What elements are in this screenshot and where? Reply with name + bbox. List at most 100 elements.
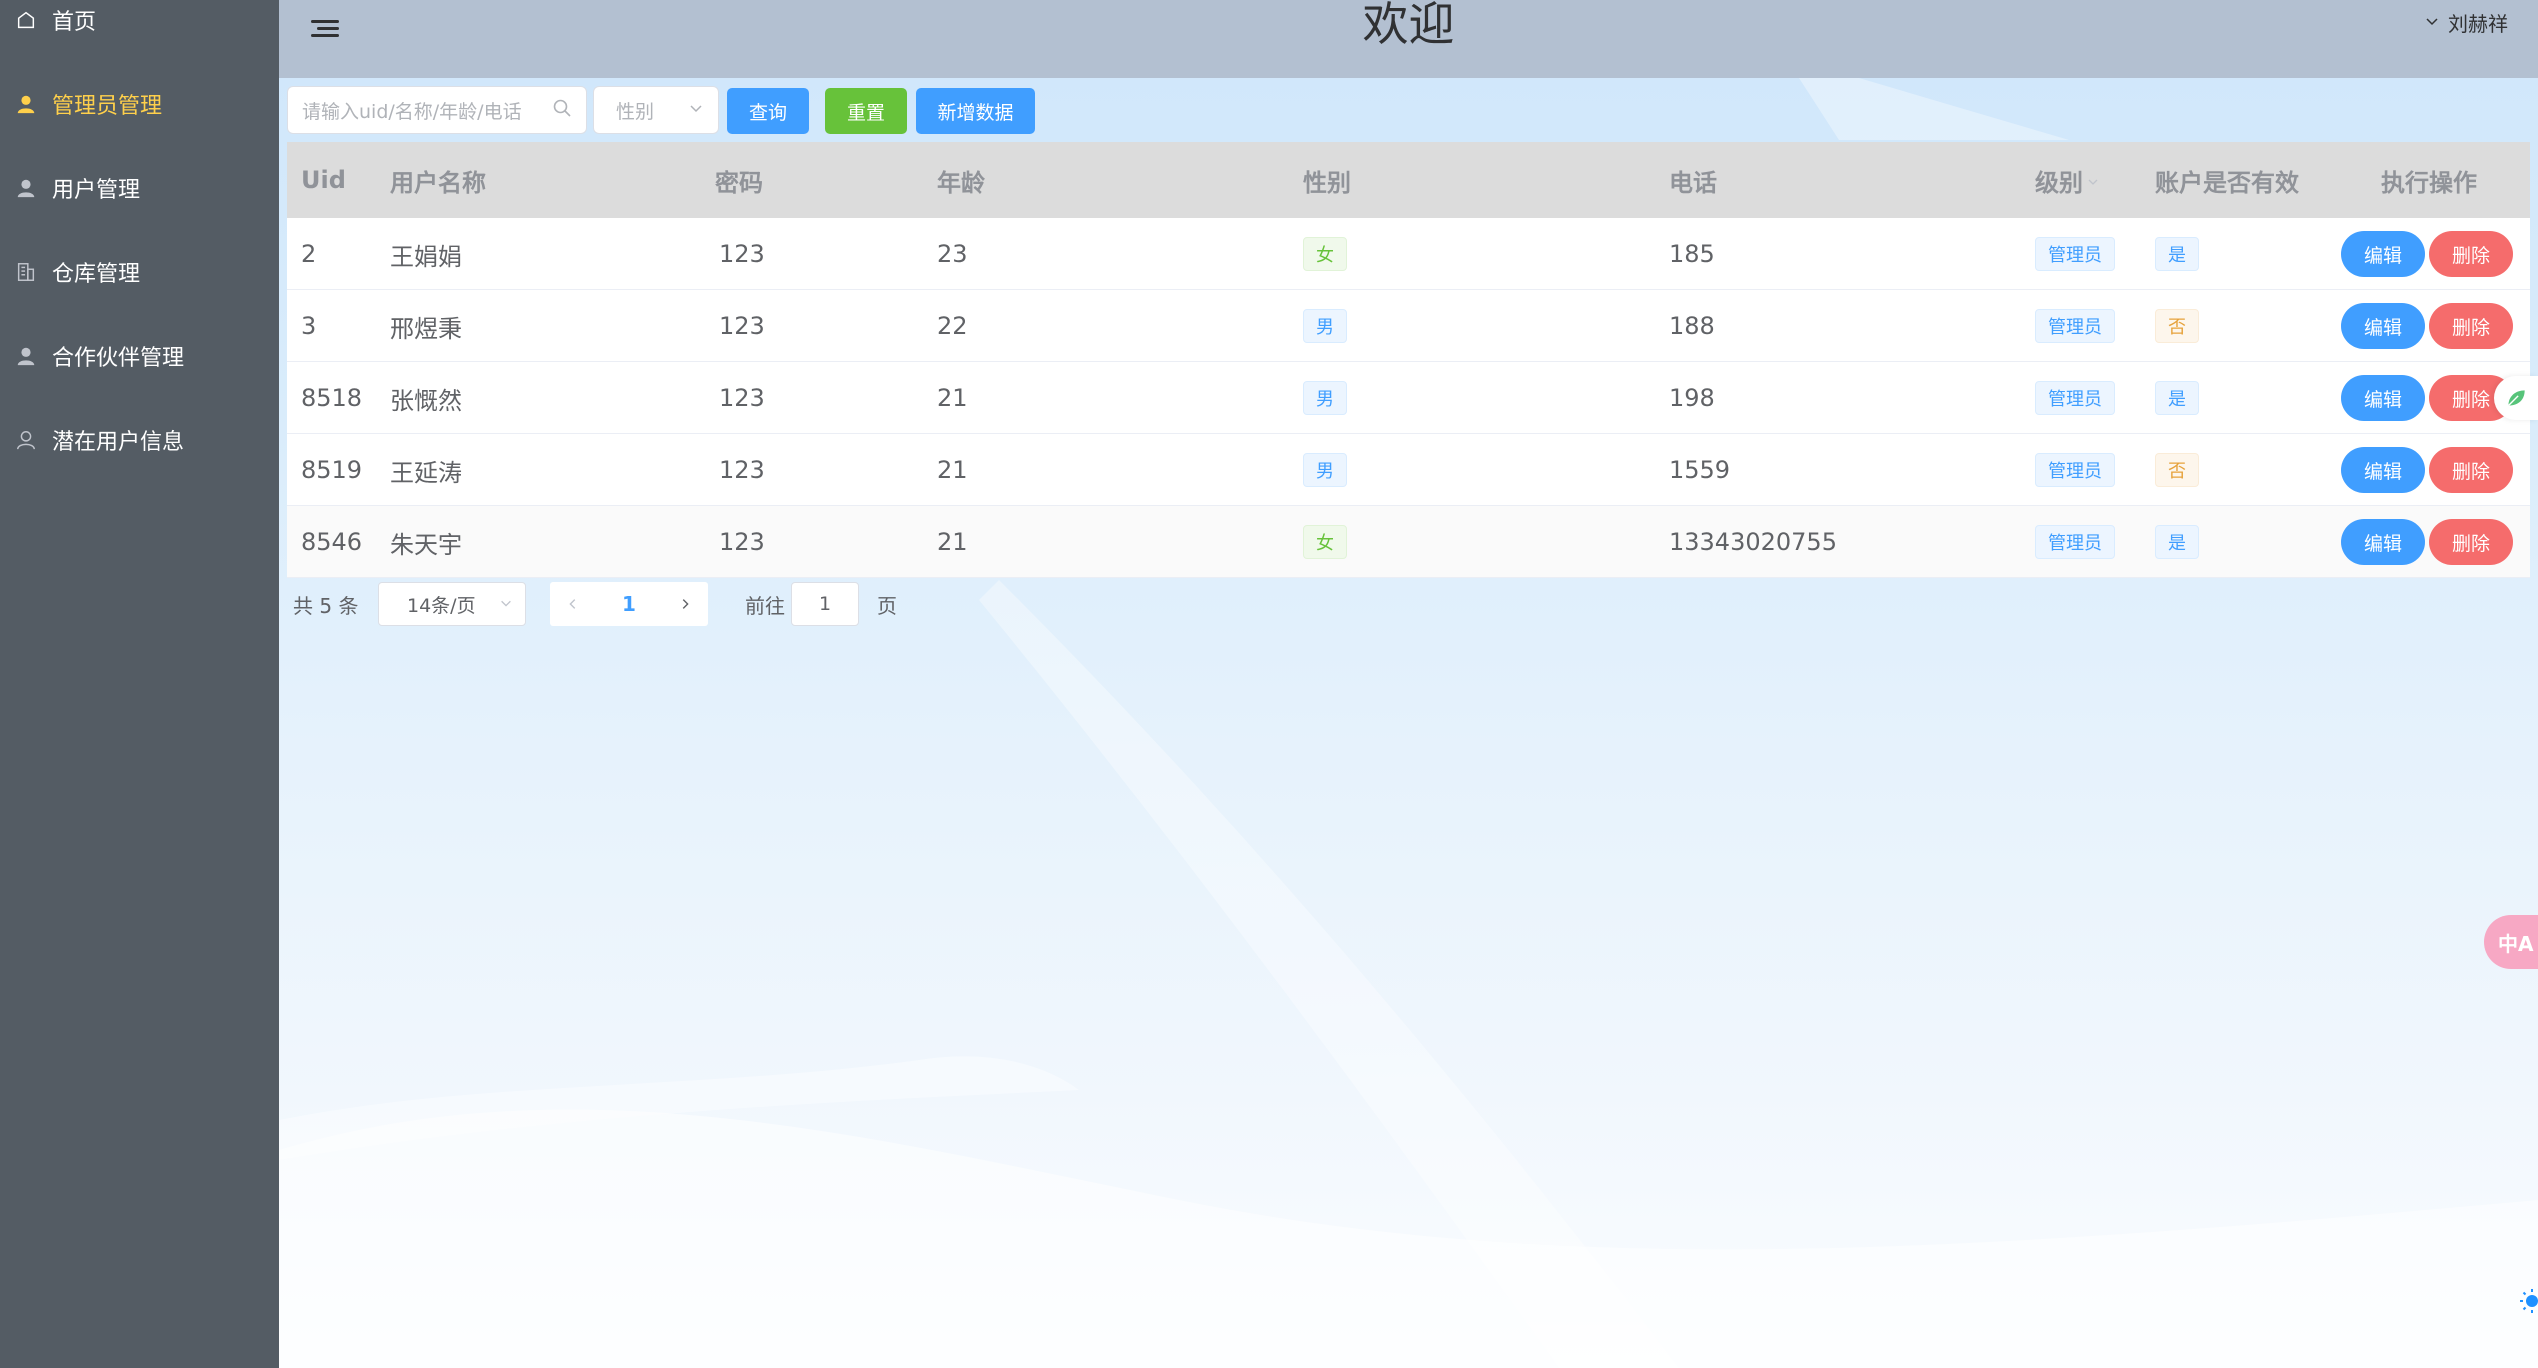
reset-button[interactable]: 重置 <box>825 88 907 134</box>
sidebar-item-label: 首页 <box>52 10 97 35</box>
top-header: 欢迎 刘赫祥 <box>279 0 2538 78</box>
cell-name: 张慨然 <box>390 386 462 415</box>
gender-select[interactable]: 性别 <box>593 86 719 134</box>
page-suffix: 页 <box>877 593 897 618</box>
sidebar-item-warehouse-management[interactable]: 仓库管理 <box>0 230 279 314</box>
cell-phone: 198 <box>1669 384 1715 412</box>
user-icon <box>14 176 38 200</box>
level-tag: 管理员 <box>2035 525 2115 559</box>
cell-age: 21 <box>937 528 968 556</box>
cell-name: 王娟娟 <box>390 242 462 271</box>
edit-button[interactable]: 编辑 <box>2341 231 2425 277</box>
sidebar-item-admin-management[interactable]: 管理员管理 <box>0 62 279 146</box>
next-page-icon[interactable] <box>678 592 692 616</box>
page-title: 欢迎 <box>1362 0 1455 51</box>
delete-button[interactable]: 删除 <box>2429 447 2513 493</box>
valid-tag: 否 <box>2155 309 2199 343</box>
leaf-float-icon[interactable] <box>2494 376 2538 420</box>
user-icon <box>14 344 38 368</box>
app-root: 首页 管理员管理 用户管理 仓库管理 合作伙伴管理 潜在用户信息 欢迎 刘赫祥 … <box>0 0 2538 1368</box>
user-name: 刘赫祥 <box>2448 11 2508 36</box>
page-nav: 1 <box>550 582 708 626</box>
cell-age: 21 <box>937 456 968 484</box>
valid-tag: 是 <box>2155 237 2199 271</box>
sidebar-item-label: 仓库管理 <box>52 262 141 287</box>
column-header-gender: 性别 <box>1303 168 1351 197</box>
sidebar-item-label: 用户管理 <box>52 178 141 203</box>
goto-label: 前往 <box>745 593 785 618</box>
edit-button[interactable]: 编辑 <box>2341 303 2425 349</box>
edit-button[interactable]: 编辑 <box>2341 447 2425 493</box>
cell-uid: 8546 <box>301 528 363 556</box>
sidebar-item-user-management[interactable]: 用户管理 <box>0 146 279 230</box>
goto-page-input[interactable]: 1 <box>791 582 859 626</box>
cell-age: 21 <box>937 384 968 412</box>
add-data-button[interactable]: 新增数据 <box>916 88 1035 134</box>
column-header-uid: Uid <box>301 166 346 194</box>
page-size-value: 14条/页 <box>407 594 476 617</box>
table-row: 2 王娟娟 123 23 女 185 管理员 是 编辑 删除 <box>287 218 2530 290</box>
chevron-down-icon <box>2424 10 2440 34</box>
sidebar: 首页 管理员管理 用户管理 仓库管理 合作伙伴管理 潜在用户信息 <box>0 0 279 1368</box>
sun-icon[interactable] <box>2514 1286 2538 1316</box>
gender-tag: 女 <box>1303 525 1347 559</box>
edit-button[interactable]: 编辑 <box>2341 375 2425 421</box>
sidebar-item-label: 管理员管理 <box>52 94 163 119</box>
sort-icon <box>2087 166 2099 194</box>
cell-password: 123 <box>719 384 765 412</box>
pagination: 共 5 条 14条/页 1 前往 1 页 <box>293 582 1193 626</box>
edit-button[interactable]: 编辑 <box>2341 519 2425 565</box>
user-outline-icon <box>14 428 38 452</box>
cell-password: 123 <box>719 456 765 484</box>
gender-tag: 男 <box>1303 309 1347 343</box>
level-tag: 管理员 <box>2035 381 2115 415</box>
user-dropdown[interactable]: 刘赫祥 <box>2424 8 2508 36</box>
sidebar-item-potential-users[interactable]: 潜在用户信息 <box>0 398 279 482</box>
gender-tag: 女 <box>1303 237 1347 271</box>
cell-uid: 2 <box>301 240 317 268</box>
cell-age: 22 <box>937 312 968 340</box>
valid-tag: 是 <box>2155 525 2199 559</box>
column-header-actions: 执行操作 <box>2381 168 2477 197</box>
gender-placeholder: 性别 <box>616 100 655 123</box>
column-header-level[interactable]: 级别 <box>2035 142 2099 218</box>
search-input[interactable]: 请输入uid/名称/年龄/电话 <box>287 86 587 134</box>
column-header-name: 用户名称 <box>390 168 486 197</box>
sidebar-item-partner-management[interactable]: 合作伙伴管理 <box>0 314 279 398</box>
delete-button[interactable]: 删除 <box>2429 303 2513 349</box>
cell-name: 王延涛 <box>390 458 462 487</box>
chevron-down-icon <box>688 99 704 121</box>
column-header-level-label: 级别 <box>2035 168 2083 197</box>
column-header-valid: 账户是否有效 <box>2155 168 2299 197</box>
level-tag: 管理员 <box>2035 237 2115 271</box>
level-tag: 管理员 <box>2035 309 2115 343</box>
delete-button[interactable]: 删除 <box>2429 519 2513 565</box>
search-icon <box>552 98 572 123</box>
prev-page-icon[interactable] <box>566 592 580 616</box>
cell-phone: 1559 <box>1669 456 1731 484</box>
cell-name: 邢煜秉 <box>390 314 462 343</box>
chevron-down-icon <box>499 593 513 615</box>
page-size-select[interactable]: 14条/页 <box>378 582 526 626</box>
sidebar-item-label: 潜在用户信息 <box>52 430 185 455</box>
cell-phone: 185 <box>1669 240 1715 268</box>
column-header-age: 年龄 <box>937 168 985 197</box>
cell-uid: 8519 <box>301 456 363 484</box>
sidebar-item-label: 合作伙伴管理 <box>52 346 185 371</box>
gender-tag: 男 <box>1303 453 1347 487</box>
cell-password: 123 <box>719 312 765 340</box>
delete-button[interactable]: 删除 <box>2429 231 2513 277</box>
search-placeholder: 请输入uid/名称/年龄/电话 <box>302 100 522 123</box>
gender-tag: 男 <box>1303 381 1347 415</box>
sidebar-item-home[interactable]: 首页 <box>0 0 279 62</box>
table-row: 3 邢煜秉 123 22 男 188 管理员 否 编辑 删除 <box>287 290 2530 362</box>
cell-password: 123 <box>719 240 765 268</box>
cell-phone: 13343020755 <box>1669 528 1837 556</box>
translate-float-icon[interactable]: 中A <box>2484 915 2538 969</box>
query-button[interactable]: 查询 <box>727 88 809 134</box>
current-page[interactable]: 1 <box>622 592 636 616</box>
cell-name: 朱天宇 <box>390 530 462 559</box>
column-header-phone: 电话 <box>1669 168 1717 197</box>
total-count: 共 5 条 <box>293 593 359 618</box>
building-icon <box>14 260 38 284</box>
